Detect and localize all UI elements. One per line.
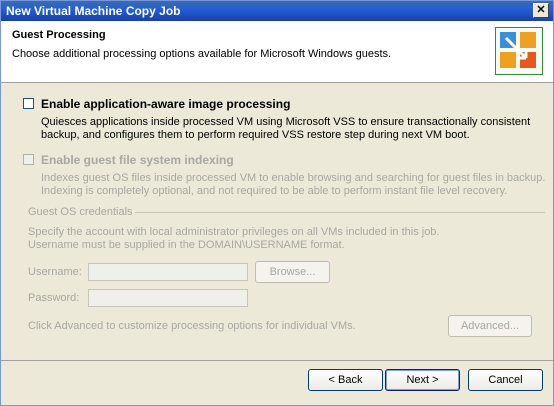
app-aware-description: Quiesces applications inside processed V…: [41, 116, 551, 142]
wizard-header: Guest Processing Choose additional proce…: [1, 21, 553, 83]
indexing-desc-line1: Indexes guest OS files inside processed …: [41, 172, 546, 184]
indexing-desc-line2: Indexing is completely optional, and not…: [41, 185, 508, 197]
app-aware-desc-line1: Quiesces applications inside processed V…: [41, 116, 531, 128]
next-button[interactable]: Next >: [385, 369, 460, 391]
username-field[interactable]: [88, 263, 248, 281]
password-label: Password:: [28, 292, 80, 304]
credentials-group-label: Guest OS credentials: [28, 206, 133, 218]
indexing-description: Indexes guest OS files inside processed …: [41, 172, 551, 198]
page-title: Guest Processing: [12, 29, 106, 41]
credentials-desc-line2: Username must be supplied in the DOMAIN\…: [28, 239, 345, 251]
credentials-description: Specify the account with local administr…: [28, 226, 538, 252]
app-aware-label[interactable]: Enable application-aware image processin…: [41, 97, 290, 111]
credentials-desc-line1: Specify the account with local administr…: [28, 226, 440, 238]
copy-job-icon: [495, 27, 543, 75]
title-bar: New Virtual Machine Copy Job ✕: [1, 1, 553, 21]
indexing-checkbox[interactable]: [23, 154, 34, 165]
page-subtitle: Choose additional processing options ava…: [12, 48, 392, 60]
password-field[interactable]: [88, 289, 248, 307]
group-divider: [135, 212, 545, 213]
indexing-label[interactable]: Enable guest file system indexing: [41, 153, 234, 167]
app-aware-desc-line2: backup, and configures them to perform r…: [41, 129, 470, 141]
wizard-window: New Virtual Machine Copy Job ✕ Guest Pro…: [0, 0, 554, 406]
window-title: New Virtual Machine Copy Job: [6, 4, 181, 18]
browse-button[interactable]: Browse...: [255, 261, 330, 283]
username-label: Username:: [28, 266, 82, 278]
cancel-button[interactable]: Cancel: [468, 369, 543, 391]
close-icon: ✕: [536, 4, 546, 16]
advanced-hint: Click Advanced to customize processing o…: [28, 320, 356, 332]
back-button[interactable]: < Back: [308, 369, 383, 391]
advanced-button[interactable]: Advanced...: [448, 315, 532, 337]
app-aware-checkbox[interactable]: [23, 98, 34, 109]
footer-divider: [1, 360, 553, 361]
close-button[interactable]: ✕: [533, 3, 549, 18]
content-area: Enable application-aware image processin…: [1, 83, 553, 361]
